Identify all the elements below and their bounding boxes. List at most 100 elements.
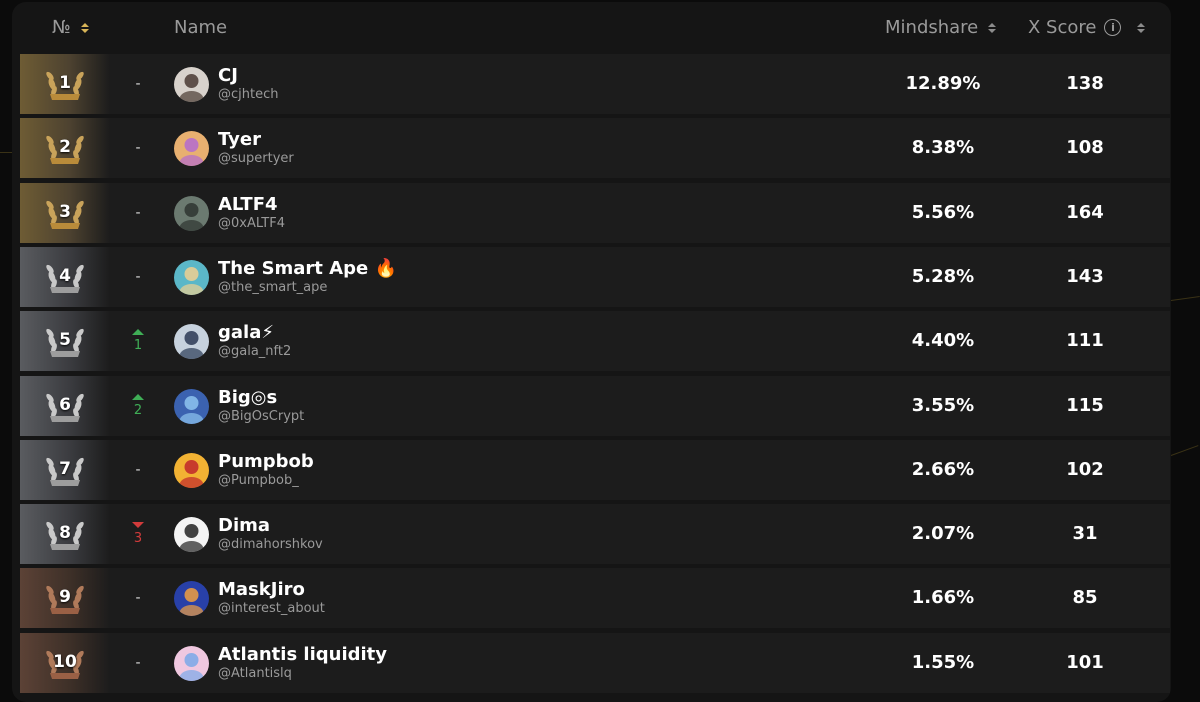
user-handle[interactable]: @gala_nft2 [218, 343, 291, 360]
rank-change: - [120, 568, 156, 628]
arrow-down-icon [132, 522, 144, 529]
rank-column-header[interactable]: № [52, 17, 89, 38]
laurel-icon: 1 [44, 64, 86, 104]
sort-icon[interactable] [80, 22, 89, 33]
rank-number: 6 [59, 394, 71, 415]
rank-number: 4 [59, 265, 71, 286]
laurel-icon: 9 [44, 578, 86, 618]
avatar[interactable] [174, 581, 209, 617]
rank-change-value: 1 [133, 338, 143, 354]
user-info[interactable]: Dima @dimahorshkov [218, 515, 323, 553]
avatar[interactable] [174, 324, 209, 360]
mindshare-value: 8.38% [911, 137, 975, 159]
background-line [0, 152, 12, 153]
table-row[interactable]: 1 - CJ @cjhtech 12.89% 138 [20, 54, 1170, 114]
table-row[interactable]: 9 - MaskJiro @interest_about 1.66% 85 [20, 568, 1170, 629]
laurel-icon: 7 [44, 450, 86, 490]
rank-number: 2 [59, 137, 71, 158]
table-row[interactable]: 8 3 Dima @dimahorshkov 2.07% 31 [20, 504, 1170, 565]
table-header: № Name Mindshare X Score i [12, 2, 1171, 54]
avatar[interactable] [174, 131, 209, 167]
avatar[interactable] [174, 645, 209, 681]
user-info[interactable]: Pumpbob @Pumpbob_ [218, 451, 314, 489]
rank-badge: 5 [20, 311, 110, 372]
mindshare-value: 12.89% [905, 73, 981, 94]
rank-badge: 2 [20, 118, 110, 179]
mindshare-value: 3.55% [911, 394, 975, 416]
laurel-icon: 3 [44, 193, 86, 233]
avatar[interactable] [174, 452, 209, 488]
user-handle[interactable]: @0xALTF4 [218, 215, 285, 232]
user-handle[interactable]: @dimahorshkov [218, 536, 323, 553]
avatar[interactable] [174, 388, 209, 424]
user-handle[interactable]: @BigOsCrypt [218, 408, 304, 425]
user-name[interactable]: CJ [218, 65, 278, 86]
user-name[interactable]: Pumpbob [218, 451, 314, 472]
rank-change: 1 [120, 311, 156, 371]
rank-change-value: - [135, 76, 141, 92]
sort-icon[interactable] [1137, 22, 1146, 33]
user-handle[interactable]: @interest_about [218, 600, 325, 617]
rank-change-value: - [135, 654, 141, 671]
user-name[interactable]: ALTF4 [218, 194, 285, 215]
table-row[interactable]: 4 - The Smart Ape 🔥 @the_smart_ape 5.28% [20, 246, 1170, 307]
leaderboard-panel: № Name Mindshare X Score i 1 - CJ @cjhte… [12, 2, 1171, 702]
user-name[interactable]: Tyer [218, 129, 294, 150]
table-row[interactable]: 3 - ALTF4 @0xALTF4 5.56% 164 [20, 182, 1170, 243]
user-handle[interactable]: @supertyer [218, 150, 294, 167]
user-name[interactable]: The Smart Ape 🔥 [218, 258, 397, 279]
rank-change: 3 [120, 504, 156, 564]
table-row[interactable]: 7 - Pumpbob @Pumpbob_ 2.66% 102 [20, 439, 1170, 500]
mindshare-value: 5.28% [911, 265, 975, 287]
user-name[interactable]: Atlantis liquidity [218, 644, 387, 665]
user-name[interactable]: gala⚡ [218, 322, 291, 343]
table-row[interactable]: 2 - Tyer @supertyer 8.38% 108 [20, 118, 1170, 179]
rank-badge: 10 [20, 632, 110, 693]
user-info[interactable]: Tyer @supertyer [218, 129, 294, 167]
user-info[interactable]: MaskJiro @interest_about [218, 579, 325, 617]
user-handle[interactable]: @Pumpbob_ [218, 472, 314, 489]
rank-change-value: - [135, 268, 141, 285]
rank-number: 10 [53, 651, 77, 672]
xscore-column-header[interactable]: X Score i [1028, 17, 1146, 38]
user-info[interactable]: The Smart Ape 🔥 @the_smart_ape [218, 258, 397, 296]
user-info[interactable]: gala⚡ @gala_nft2 [218, 322, 291, 360]
mindshare-value: 2.07% [911, 523, 975, 545]
user-name[interactable]: Big◎s [218, 387, 304, 408]
xscore-value: 85 [1072, 587, 1098, 609]
user-name[interactable]: Dima [218, 515, 323, 536]
table-row[interactable]: 6 2 Big◎s @BigOsCrypt 3.55% 115 [20, 375, 1170, 436]
user-info[interactable]: Atlantis liquidity @Atlantislq [218, 644, 387, 682]
user-name[interactable]: MaskJiro [218, 579, 325, 600]
user-handle[interactable]: @cjhtech [218, 86, 278, 103]
rank-number: 1 [59, 73, 71, 93]
rank-number: 9 [59, 587, 71, 608]
user-info[interactable]: Big◎s @BigOsCrypt [218, 387, 304, 425]
laurel-icon: 2 [44, 128, 86, 168]
avatar[interactable] [174, 67, 209, 102]
avatar[interactable] [174, 259, 209, 295]
table-row[interactable]: 5 1 gala⚡ @gala_nft2 4.40% 111 [20, 311, 1170, 372]
avatar[interactable] [174, 517, 209, 553]
name-header-label: Name [174, 17, 228, 38]
rank-change: - [120, 247, 156, 307]
xscore-value: 164 [1066, 201, 1104, 223]
user-handle[interactable]: @the_smart_ape [218, 279, 397, 296]
xscore-value: 102 [1066, 458, 1104, 480]
name-column-header: Name [174, 17, 227, 38]
xscore-value: 138 [1066, 73, 1104, 94]
user-info[interactable]: CJ @cjhtech [218, 65, 278, 103]
rank-badge: 4 [20, 246, 110, 307]
info-icon[interactable]: i [1104, 19, 1122, 36]
mindshare-column-header[interactable]: Mindshare [885, 17, 997, 38]
avatar[interactable] [174, 195, 209, 231]
laurel-icon: 8 [44, 514, 86, 554]
user-info[interactable]: ALTF4 @0xALTF4 [218, 194, 285, 232]
user-handle[interactable]: @Atlantislq [218, 665, 387, 682]
rank-number: 7 [59, 458, 71, 479]
mindshare-value: 2.66% [911, 458, 975, 480]
rank-change: - [120, 54, 156, 114]
table-row[interactable]: 10 - Atlantis liquidity @Atlantislq 1.55… [20, 632, 1170, 693]
sort-icon[interactable] [988, 22, 997, 33]
laurel-icon: 6 [44, 386, 86, 426]
